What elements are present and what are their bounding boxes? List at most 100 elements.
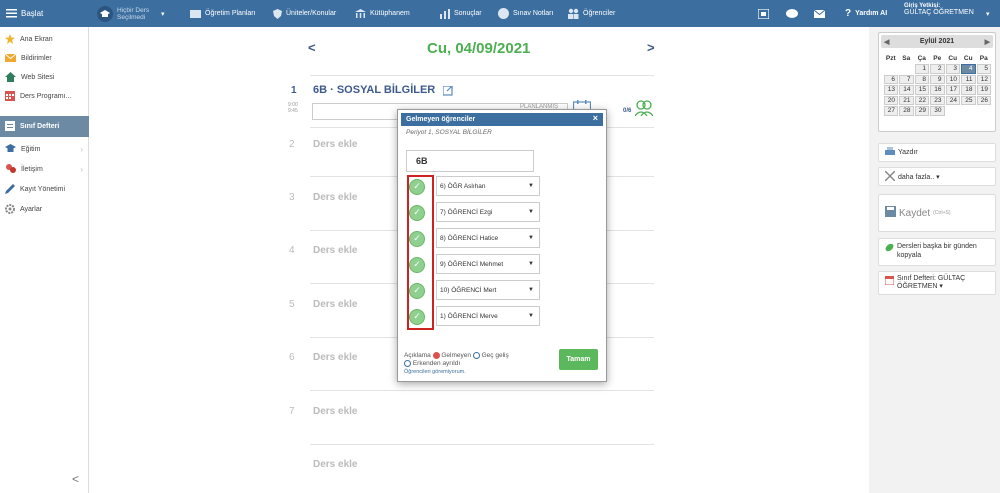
- menu-units[interactable]: Üniteler/Konular: [273, 0, 336, 27]
- calendar-day[interactable]: 7: [899, 74, 914, 84]
- legend-left: Erkenden ayrıldı: [412, 360, 461, 368]
- calendar-day[interactable]: 29: [914, 106, 929, 116]
- calendar-day[interactable]: 20: [883, 95, 898, 105]
- calendar-day[interactable]: 19: [976, 85, 991, 95]
- calendar-day[interactable]: 17: [945, 85, 960, 95]
- calendar-day[interactable]: 4: [961, 64, 976, 74]
- sidebar-collapse-button[interactable]: <: [72, 472, 79, 486]
- calendar-day[interactable]: 6: [883, 74, 898, 84]
- lesson-title[interactable]: 6B · SOSYAL BİLGİLER: [313, 84, 435, 96]
- screen-toggle-icon[interactable]: [758, 0, 769, 27]
- calendar-day[interactable]: 12: [976, 74, 991, 84]
- calendar-day[interactable]: 18: [961, 85, 976, 95]
- add-lesson-button[interactable]: Ders ekle: [313, 299, 357, 310]
- present-check-icon[interactable]: ✓: [409, 178, 425, 195]
- calendar-day[interactable]: 8: [914, 74, 929, 84]
- calendar-day[interactable]: 16: [930, 85, 945, 95]
- menu-students[interactable]: Öğrenciler: [567, 0, 615, 27]
- calendar-day[interactable]: 23: [930, 95, 945, 105]
- start-menu-button[interactable]: Başlat: [6, 0, 43, 27]
- sidebar-item-home[interactable]: Ana Ekran: [0, 30, 89, 49]
- present-check-icon[interactable]: ✓: [409, 204, 425, 221]
- menu-teaching-plans[interactable]: Öğretim Planları: [190, 0, 256, 27]
- calendar-day[interactable]: 26: [976, 95, 991, 105]
- menu-results[interactable]: Sonuçlar: [440, 0, 482, 27]
- calendar-day[interactable]: 10: [945, 74, 960, 84]
- menu-exam-grades[interactable]: Sınav Notları: [498, 0, 553, 27]
- user-menu[interactable]: Giriş Yetkisi: GÜLTAÇ ÖĞRETMEN: [904, 3, 974, 24]
- help-button[interactable]: ? Yardım AI: [845, 0, 887, 27]
- present-check-icon[interactable]: ✓: [409, 282, 425, 299]
- attendance-count: 0/6: [623, 108, 632, 114]
- print-button[interactable]: Yazdır: [878, 143, 996, 162]
- add-lesson-button[interactable]: Ders ekle: [313, 406, 357, 417]
- student-status-select[interactable]: 7) ÖĞRENCİ Ezgi ▼: [436, 202, 540, 222]
- present-check-icon[interactable]: ✓: [409, 230, 425, 247]
- calendar-day[interactable]: 15: [914, 85, 929, 95]
- students-attendance-icon[interactable]: [634, 100, 654, 118]
- chevron-down-icon[interactable]: ▾: [986, 0, 990, 27]
- prev-day-button[interactable]: <: [308, 40, 316, 55]
- sidebar-item-website[interactable]: Web Sitesi: [0, 68, 89, 87]
- menu-label: Üniteler/Konular: [286, 10, 337, 17]
- student-status-select[interactable]: 10) ÖĞRENCİ Mert ▼: [436, 280, 540, 300]
- chevron-down-icon: ▼: [528, 183, 534, 189]
- calendar-day[interactable]: 5: [976, 64, 991, 74]
- add-lesson-button[interactable]: Ders ekle: [313, 139, 357, 150]
- calendar-day[interactable]: 30: [930, 106, 945, 116]
- calendar-day[interactable]: 13: [883, 85, 898, 95]
- add-lesson-button[interactable]: Ders ekle: [313, 459, 357, 470]
- sidebar-item-settings[interactable]: Ayarlar: [0, 200, 89, 219]
- close-icon[interactable]: ×: [593, 113, 598, 123]
- save-button[interactable]: Kaydet (Ctrl+S): [878, 194, 996, 232]
- student-status-select[interactable]: 9) ÖĞRENCİ Mehmet ▼: [436, 254, 540, 274]
- calendar-empty-cell: [883, 64, 899, 75]
- add-lesson-button[interactable]: Ders ekle: [313, 192, 357, 203]
- notebook-selector[interactable]: Sınıf Defteri: GÜLTAÇ ÖĞRETMEN ▾: [878, 271, 996, 295]
- calendar-day[interactable]: 9: [930, 74, 945, 84]
- prev-month-icon[interactable]: ◀: [884, 38, 889, 46]
- ok-button[interactable]: Tamam: [559, 349, 598, 370]
- sidebar-item-education[interactable]: Eğitim ›: [0, 140, 89, 159]
- calendar-day[interactable]: 22: [914, 95, 929, 105]
- calendar-day[interactable]: 21: [899, 95, 914, 105]
- divider: [310, 75, 654, 76]
- calendar-day[interactable]: 25: [961, 95, 976, 105]
- sidebar-item-notifications[interactable]: Bildirimler: [0, 49, 89, 68]
- calendar-day[interactable]: 2: [930, 64, 945, 74]
- more-button[interactable]: daha fazla.. ▾: [878, 167, 996, 186]
- student-name: 7) ÖĞRENCİ Ezgi: [440, 208, 493, 216]
- sidebar-item-communication[interactable]: İletişim ›: [0, 160, 89, 179]
- calendar-day-name: Pzt: [885, 54, 896, 62]
- add-lesson-button[interactable]: Ders ekle: [313, 245, 357, 256]
- calendar-day[interactable]: 27: [883, 106, 898, 116]
- start-label: Başlat: [21, 9, 44, 18]
- menu-library[interactable]: Kütüphanem: [355, 0, 410, 27]
- student-status-select[interactable]: 1) ÖĞRENCİ Merve ▼: [436, 306, 540, 326]
- cannot-see-students-link[interactable]: Öğrencileri göremiyorum.: [404, 369, 466, 375]
- sidebar-item-label: Web Sitesi: [21, 74, 55, 81]
- course-selector[interactable]: Hiçbir Ders Seçilmedi ▾: [97, 0, 165, 27]
- calendar-day[interactable]: 14: [899, 85, 914, 95]
- add-lesson-button[interactable]: Ders ekle: [313, 352, 357, 363]
- course-selector-label: Hiçbir Ders Seçilmedi: [117, 6, 150, 21]
- mail-icon[interactable]: [814, 0, 825, 27]
- calendar-day[interactable]: 24: [945, 95, 960, 105]
- calendar-day[interactable]: 3: [945, 64, 960, 74]
- calendar-day[interactable]: 28: [899, 106, 914, 116]
- calendar-day[interactable]: 11: [961, 74, 976, 84]
- sidebar-item-schedule[interactable]: Ders Programı...: [0, 87, 89, 106]
- external-link-icon[interactable]: [442, 85, 453, 98]
- student-status-select[interactable]: 8) ÖĞRENCİ Hatice ▼: [436, 228, 540, 248]
- present-check-icon[interactable]: ✓: [409, 308, 425, 325]
- chat-icon[interactable]: [786, 0, 798, 27]
- calendar-day[interactable]: 1: [914, 64, 929, 74]
- sidebar-item-registration[interactable]: Kayıt Yönetimi: [0, 180, 89, 199]
- copy-lessons-button[interactable]: Dersleri başka bir günden kopyala: [878, 238, 996, 266]
- student-status-select[interactable]: 6) ÖĞR Aslıhan ▼: [436, 176, 540, 196]
- next-day-button[interactable]: >: [647, 40, 655, 55]
- sidebar-item-class-notebook[interactable]: Sınıf Defteri: [0, 116, 89, 137]
- student-row: ✓ 8) ÖĞRENCİ Hatice ▼: [406, 228, 540, 249]
- present-check-icon[interactable]: ✓: [409, 256, 425, 273]
- next-month-icon[interactable]: ▶: [985, 38, 990, 46]
